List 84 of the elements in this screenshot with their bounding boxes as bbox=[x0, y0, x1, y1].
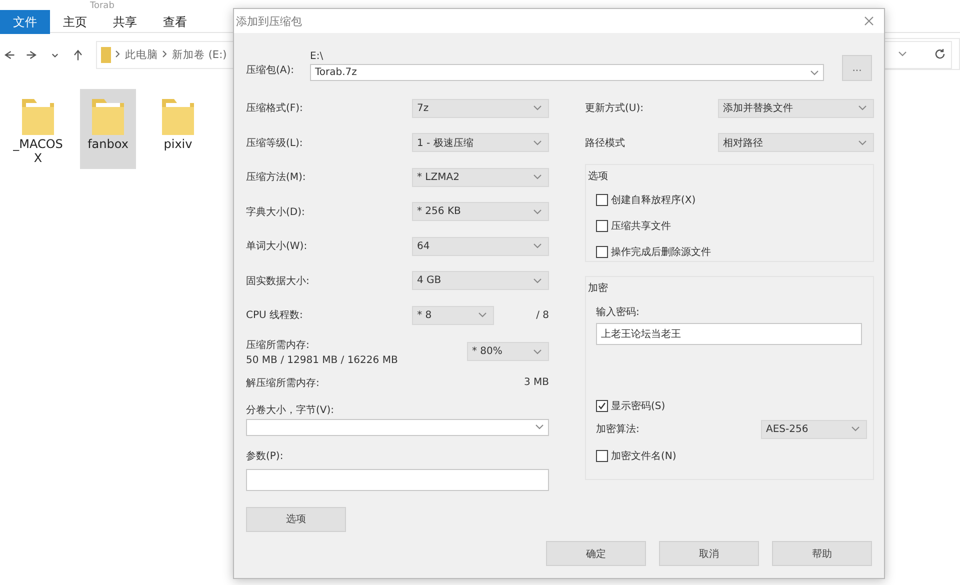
memory-text: 3 MB bbox=[524, 377, 549, 388]
folder-item[interactable]: pixiv bbox=[150, 89, 206, 169]
dropdown[interactable]: 相对路径 bbox=[718, 133, 874, 152]
field-label: CPU 线程数: bbox=[246, 308, 303, 322]
checkbox-label: 显示密码(S) bbox=[611, 400, 666, 413]
dropdown[interactable]: 添加并替换文件 bbox=[718, 98, 874, 118]
chevron-down-icon bbox=[810, 70, 819, 76]
chevron-down-icon bbox=[533, 278, 542, 284]
folder-name: _MACOSX bbox=[12, 137, 64, 165]
checkbox[interactable] bbox=[596, 450, 608, 462]
up-arrow-icon[interactable] bbox=[71, 48, 85, 62]
forward-arrow-icon[interactable] bbox=[25, 48, 39, 62]
dropdown[interactable]: 7z bbox=[412, 98, 549, 118]
refresh-icon[interactable] bbox=[934, 48, 946, 60]
chevron-down-icon bbox=[858, 105, 867, 112]
checkbox-label: 加密文件名(N) bbox=[611, 450, 676, 463]
ribbon-tab[interactable]: 文件 bbox=[0, 10, 50, 34]
options-button[interactable]: 选项 bbox=[246, 506, 346, 532]
field-label: 单词大小(W): bbox=[246, 240, 308, 254]
dialog-button[interactable]: 帮助 bbox=[772, 541, 872, 566]
field-label: 分卷大小，字节(V): bbox=[246, 404, 336, 418]
field-label: 字典大小(D): bbox=[246, 206, 305, 219]
archive-name-field[interactable]: Torab.7z bbox=[310, 64, 824, 81]
breadcrumb-item[interactable]: 新加卷 (E:) bbox=[172, 48, 227, 62]
chevron-down-icon bbox=[533, 348, 542, 354]
field-label: 输入密码: bbox=[596, 306, 640, 319]
checkbox-label: 操作完成后删除源文件 bbox=[611, 246, 711, 259]
checkbox[interactable] bbox=[596, 194, 608, 206]
chevron-down-icon bbox=[478, 312, 488, 318]
folder-name: pixiv bbox=[164, 137, 192, 151]
field-label: 压缩所需内存: bbox=[246, 338, 310, 352]
dropdown[interactable]: 64 bbox=[412, 236, 549, 256]
checkbox[interactable] bbox=[596, 220, 608, 232]
field-label: 解压缩所需内存: bbox=[246, 376, 320, 390]
field-label: 加密算法: bbox=[596, 422, 640, 436]
close-icon[interactable] bbox=[864, 16, 874, 26]
thread-count-text: / 8 bbox=[536, 310, 549, 321]
chevron-down-icon bbox=[535, 424, 544, 430]
path-text: E:\ bbox=[310, 51, 324, 62]
folder-item[interactable]: fanbox bbox=[80, 89, 136, 169]
dropdown[interactable]: 4 GB bbox=[412, 271, 549, 290]
dropdown[interactable]: * 8 bbox=[412, 306, 494, 325]
group-title: 加密 bbox=[588, 282, 609, 296]
folder-item[interactable]: _MACOSX bbox=[10, 89, 66, 169]
window-title: Torab bbox=[90, 1, 114, 11]
chevron-down-icon bbox=[533, 105, 542, 112]
dropdown[interactable]: 1 - 极速压缩 bbox=[412, 133, 549, 152]
checkbox-label: 创建自释放程序(X) bbox=[611, 194, 696, 207]
ribbon-tab[interactable]: 主页 bbox=[50, 10, 100, 34]
dropdown[interactable]: * LZMA2 bbox=[412, 168, 549, 187]
password-field[interactable]: 上老王论坛当老王 bbox=[596, 323, 862, 345]
back-arrow-icon[interactable] bbox=[2, 48, 16, 62]
memory-text: 50 MB / 12981 MB / 16226 MB bbox=[246, 354, 398, 366]
dialog-title: 添加到压缩包 bbox=[236, 14, 302, 28]
chevron-down-icon bbox=[533, 140, 542, 146]
field-label: 固实数据大小: bbox=[246, 274, 310, 288]
chevron-down-icon[interactable] bbox=[898, 51, 908, 57]
checkbox[interactable] bbox=[596, 400, 608, 412]
field-label: 压缩格式(F): bbox=[246, 102, 303, 116]
parameters-field[interactable] bbox=[246, 468, 549, 490]
dropdown[interactable]: * 256 KB bbox=[412, 202, 549, 222]
chevron-down-icon bbox=[533, 208, 542, 215]
checkbox-label: 压缩共享文件 bbox=[611, 220, 671, 233]
ribbon-tab[interactable]: 共享 bbox=[100, 10, 150, 34]
dropdown[interactable]: AES-256 bbox=[761, 420, 867, 438]
chevron-down-icon bbox=[533, 243, 542, 250]
chevron-down-icon bbox=[851, 426, 860, 432]
field-label: 路径模式 bbox=[585, 136, 625, 150]
field-label: 参数(P): bbox=[246, 450, 284, 464]
group-title: 选项 bbox=[588, 170, 609, 184]
field-label: 压缩包(A): bbox=[246, 64, 296, 78]
breadcrumb-item[interactable]: 此电脑 bbox=[125, 48, 158, 62]
chevron-down-icon bbox=[533, 174, 542, 180]
field-label: 更新方式(U): bbox=[585, 102, 644, 116]
chevron-down-icon bbox=[858, 140, 867, 146]
folder-name: fanbox bbox=[88, 137, 128, 151]
dropdown[interactable]: * 80% bbox=[467, 342, 549, 361]
ribbon-tab[interactable]: 查看 bbox=[150, 10, 200, 34]
browse-button[interactable]: ... bbox=[842, 55, 872, 81]
dialog-button[interactable]: 确定 bbox=[546, 541, 646, 566]
dialog-button[interactable]: 取消 bbox=[659, 541, 759, 566]
checkbox[interactable] bbox=[596, 246, 608, 258]
field-label: 压缩方法(M): bbox=[246, 170, 306, 184]
field-label: 压缩等级(L): bbox=[246, 136, 303, 150]
